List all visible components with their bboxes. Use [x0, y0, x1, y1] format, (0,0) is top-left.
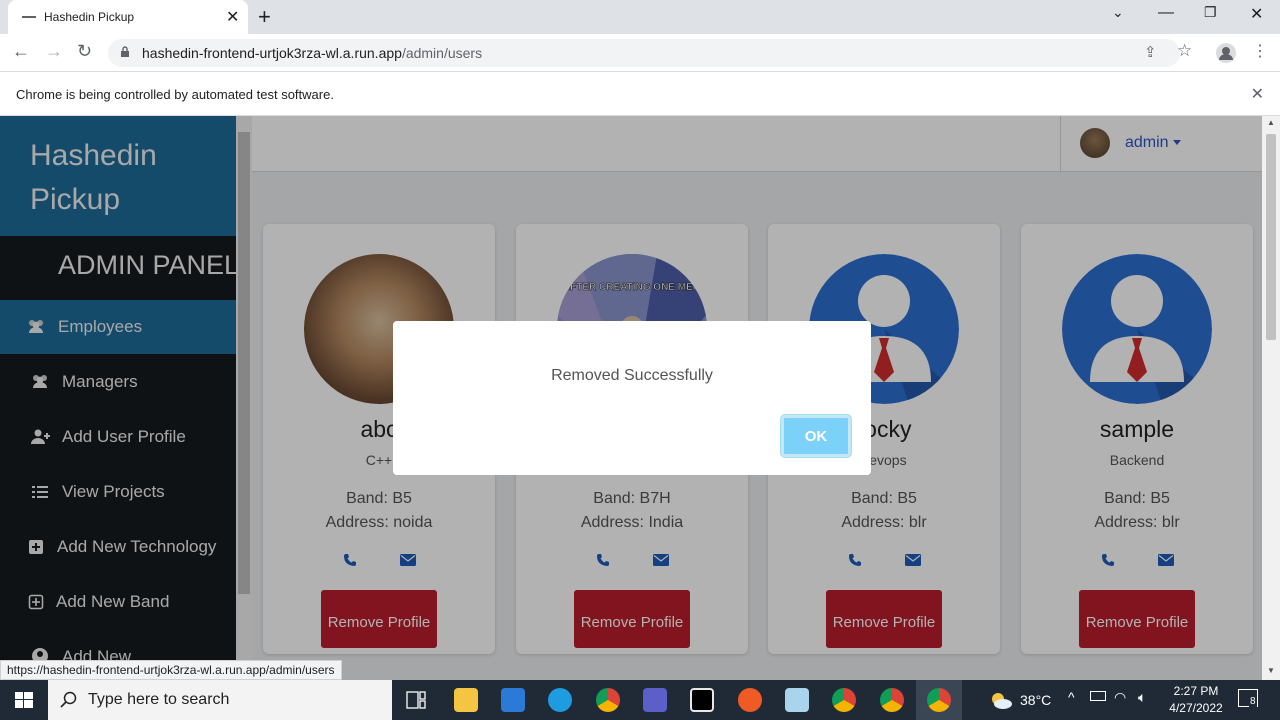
status-bar-url: https://hashedin-frontend-urtjok3rza-wl.… — [0, 660, 342, 680]
battery-icon[interactable] — [1090, 691, 1106, 701]
minimize-icon[interactable]: — — [1158, 4, 1174, 22]
infobar-message: Chrome is being controlled by automated … — [16, 87, 334, 102]
chrome-icon[interactable] — [927, 688, 951, 712]
back-icon[interactable]: ← — [12, 41, 30, 62]
notepad-icon[interactable] — [785, 688, 809, 712]
menu-kebab-icon[interactable]: ⋮ — [1252, 41, 1268, 61]
file-explorer-icon[interactable] — [454, 688, 478, 712]
tab-title: Hashedin Pickup — [44, 10, 135, 24]
profile-icon[interactable] — [1215, 42, 1237, 64]
browser-tab[interactable]: Hashedin Pickup ✕ — [8, 0, 248, 34]
chrome-icon[interactable] — [832, 688, 856, 712]
browser-toolbar: ← → ↻ hashedin-frontend-urtjok3rza-wl.a.… — [0, 34, 1280, 72]
page-scrollbar[interactable]: ▲ ▼ — [1262, 116, 1280, 680]
reload-icon[interactable]: ↻ — [77, 41, 92, 62]
chevron-up-icon[interactable]: ^ — [1068, 689, 1075, 705]
page-scroll-thumb[interactable] — [1266, 134, 1276, 340]
page-content: Hashedin Pickup ADMIN PANEL Employees Ma… — [0, 116, 1280, 680]
windows-start-icon[interactable] — [15, 692, 33, 708]
ok-button[interactable]: OK — [781, 415, 851, 457]
forward-icon[interactable]: → — [45, 41, 63, 62]
scroll-up-icon[interactable]: ▲ — [1267, 118, 1275, 127]
teams-icon[interactable] — [643, 688, 667, 712]
windows-taskbar: Type here to search 38°C ^ ◠ 🔈︎ 2:27 PM … — [0, 680, 1280, 720]
tab-close-icon[interactable]: ✕ — [226, 7, 239, 27]
notification-center-icon[interactable]: 8 — [1238, 689, 1258, 707]
new-tab-icon[interactable]: + — [258, 4, 271, 30]
taskbar-search[interactable]: Type here to search — [48, 680, 392, 720]
store-icon[interactable] — [501, 688, 525, 712]
clock-time: 2:27 PM — [1173, 684, 1219, 698]
chrome-icon[interactable] — [880, 688, 904, 712]
volume-icon[interactable]: 🔈︎ — [1138, 689, 1146, 706]
alert-dialog: Removed Successfully OK — [393, 321, 871, 475]
search-icon — [60, 691, 77, 708]
tab-favicon-icon — [22, 16, 36, 18]
taskbar-clock[interactable]: 2:27 PM 4/27/2022 — [1156, 683, 1236, 717]
window-close-icon[interactable]: ✕ — [1250, 4, 1263, 24]
clock-date: 4/27/2022 — [1169, 701, 1223, 715]
lock-icon — [121, 46, 129, 57]
postman-icon[interactable] — [738, 688, 762, 712]
url-text: hashedin-frontend-urtjok3rza-wl.a.run.ap… — [142, 45, 483, 61]
temperature: 38°C — [1020, 692, 1052, 708]
restore-icon[interactable]: ❐ — [1204, 4, 1217, 21]
bookmark-star-icon[interactable]: ☆ — [1177, 41, 1192, 61]
search-placeholder: Type here to search — [88, 691, 230, 708]
tab-search-icon[interactable]: ⌄ — [1112, 4, 1124, 21]
notification-badge: 8 — [1249, 696, 1257, 707]
infobar-close-icon[interactable]: ✕ — [1251, 84, 1264, 104]
automation-infobar: Chrome is being controlled by automated … — [0, 72, 1280, 116]
browser-tabstrip: Hashedin Pickup ✕ + ⌄ — ❐ ✕ — [0, 0, 1280, 34]
share-icon[interactable]: ⇪ — [1144, 43, 1157, 61]
edge-icon[interactable] — [548, 688, 572, 712]
task-view-icon[interactable] — [406, 691, 426, 709]
alert-message: Removed Successfully — [551, 367, 713, 384]
chrome-icon[interactable] — [596, 688, 620, 712]
intellij-icon[interactable] — [690, 688, 714, 712]
wifi-icon[interactable]: ◠ — [1114, 689, 1126, 706]
scroll-down-icon[interactable]: ▼ — [1267, 666, 1275, 675]
weather-icon[interactable] — [989, 690, 1013, 710]
address-bar[interactable]: hashedin-frontend-urtjok3rza-wl.a.run.ap… — [108, 39, 1180, 67]
